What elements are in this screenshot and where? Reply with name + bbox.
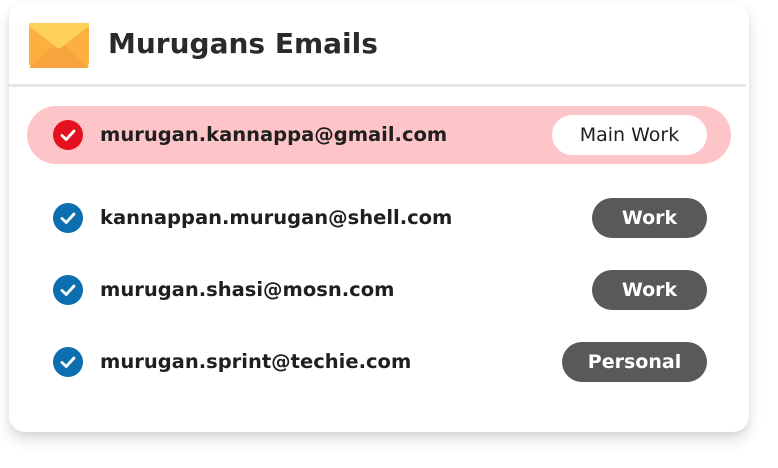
email-row-selected[interactable]: murugan.kannappa@gmail.com Main Work xyxy=(27,106,731,164)
checkmark-icon[interactable] xyxy=(53,120,83,150)
email-tag[interactable]: Work xyxy=(592,198,707,238)
email-address: murugan.sprint@techie.com xyxy=(100,350,412,373)
email-address: kannappan.murugan@shell.com xyxy=(100,206,453,229)
email-row[interactable]: kannappan.murugan@shell.com Work xyxy=(27,189,731,247)
email-address: murugan.shasi@mosn.com xyxy=(100,278,395,301)
envelope-icon xyxy=(29,23,89,68)
emails-card: Murugans Emails murugan.kannappa@gmail.c… xyxy=(7,2,749,432)
email-row[interactable]: murugan.sprint@techie.com Personal xyxy=(27,333,731,391)
email-tag[interactable]: Main Work xyxy=(552,115,707,155)
card-header: Murugans Emails xyxy=(9,2,749,84)
email-tag[interactable]: Personal xyxy=(562,342,707,382)
email-tag[interactable]: Work xyxy=(592,270,707,310)
checkmark-icon[interactable] xyxy=(53,347,83,377)
page-title: Murugans Emails xyxy=(108,27,378,60)
email-address: murugan.kannappa@gmail.com xyxy=(100,123,448,146)
checkmark-icon[interactable] xyxy=(53,275,83,305)
checkmark-icon[interactable] xyxy=(53,203,83,233)
header-divider xyxy=(7,84,746,87)
email-row[interactable]: murugan.shasi@mosn.com Work xyxy=(27,261,731,319)
